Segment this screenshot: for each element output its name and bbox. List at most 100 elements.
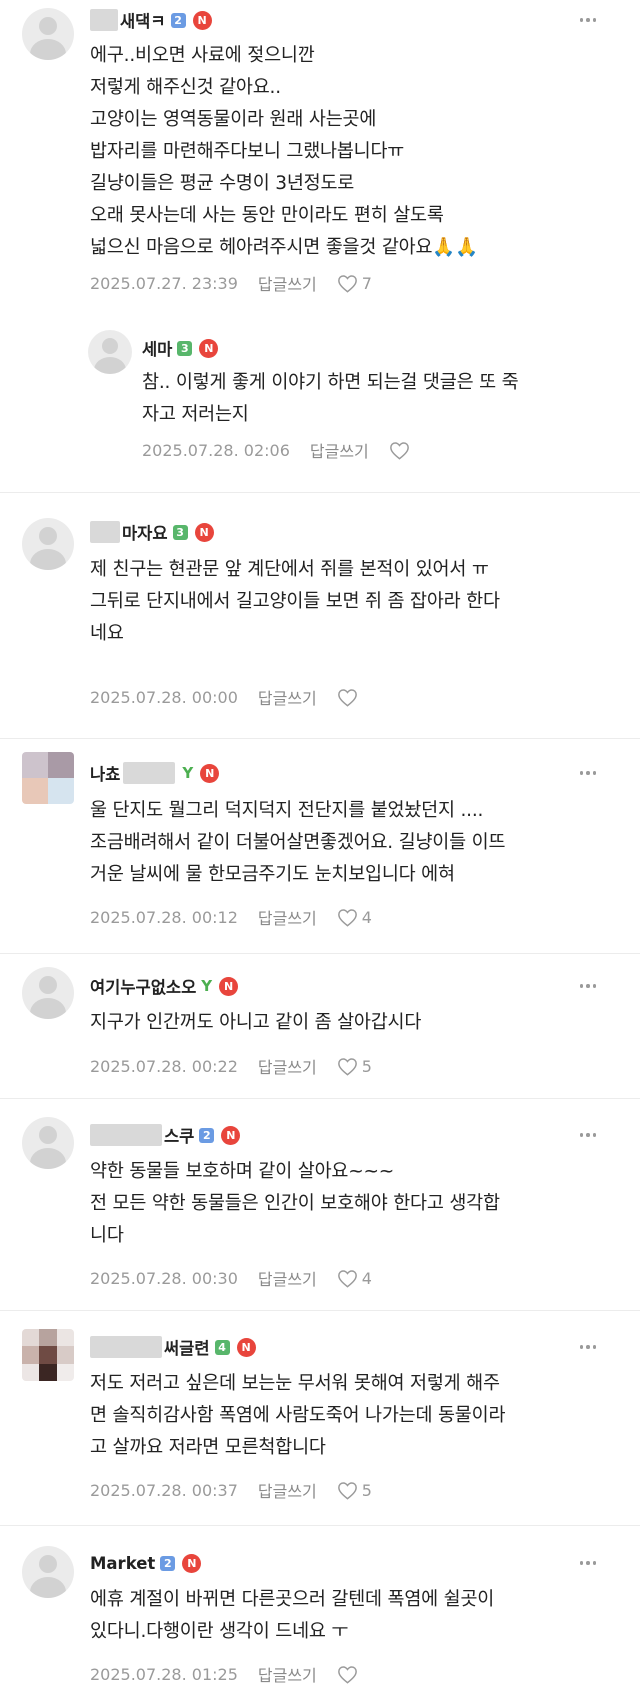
new-badge: N [219,976,239,996]
new-badge: N [194,522,214,542]
more-options-icon[interactable] [578,1334,598,1360]
more-options-icon[interactable] [578,1122,598,1148]
divider [0,1098,640,1099]
heart-icon [337,908,357,927]
comment-meta: 2025.07.27. 23:39 답글쓰기 7 [90,271,372,295]
like-button[interactable]: 5 [337,1057,372,1076]
comment-date: 2025.07.28. 00:22 [90,1056,238,1076]
like-count: 4 [361,907,372,927]
divider [0,953,640,954]
nickname[interactable]: 새댁ㅋ [120,8,166,32]
blurred-nickname [90,1336,162,1358]
comment-text: 에휴 계절이 바뀌면 다른곳으러 갈텐데 폭염에 쉴곳이 있다니.다행이란 생각… [90,1589,495,1642]
nickname[interactable]: 나쵸 [90,761,120,785]
sprout-icon: Y [182,763,194,782]
comment-text: 약한 동물들 보호하며 같이 살아요~~~ 전 모든 약한 동물들은 인간이 보… [90,1161,500,1246]
level-badge: 3 [172,524,188,540]
comment-meta: 2025.07.28. 00:37 답글쓰기 5 [90,1478,372,1502]
like-count: 5 [361,1480,372,1500]
comment-page: { "comments": [ {"nick": "새댁ㅋ", "badge":… [0,0,640,1690]
avatar[interactable] [22,967,74,1019]
like-button[interactable]: 4 [337,1269,372,1288]
like-button[interactable]: 5 [337,1481,372,1500]
divider [0,492,640,493]
avatar[interactable] [22,8,74,60]
divider [0,1525,640,1526]
comment-meta: 2025.07.28. 02:06 답글쓰기 [142,438,414,462]
level-badge: 3 [177,340,193,356]
comment-meta: 2025.07.28. 00:22 답글쓰기 5 [90,1054,372,1078]
like-count: 4 [361,1268,372,1288]
reply-button[interactable]: 답글쓰기 [258,1054,317,1078]
comment-date: 2025.07.28. 00:30 [90,1268,238,1288]
comment-text: 울 단지도 뭘그리 덕지덕지 전단지를 붙었놨던지 .... 조금배려해서 같이… [90,800,506,885]
more-options-icon[interactable] [578,7,598,33]
like-button[interactable] [337,688,362,707]
comment-text: 제 친구는 현관문 앞 계단에서 쥐를 본적이 있어서 ㅠ 그뒤로 단지내에서 … [90,559,500,644]
heart-icon [337,274,357,293]
comment-date: 2025.07.28. 00:00 [90,687,238,707]
new-badge: N [200,763,220,783]
new-badge: N [192,10,212,30]
like-count: 5 [361,1056,372,1076]
reply-button[interactable]: 답글쓰기 [258,271,317,295]
reply-button[interactable]: 답글쓰기 [258,1662,317,1686]
comment-date: 2025.07.28. 00:12 [90,907,238,927]
divider [0,1310,640,1311]
blurred-nickname [90,521,120,543]
comment-date: 2025.07.28. 02:06 [142,440,290,460]
comment-meta: 2025.07.28. 00:30 답글쓰기 4 [90,1266,372,1290]
sprout-icon: Y [201,976,213,995]
reply-button[interactable]: 답글쓰기 [258,1266,317,1290]
reply-button[interactable]: 답글쓰기 [258,905,317,929]
heart-icon [389,441,409,460]
nickname[interactable]: 스쿠 [164,1123,194,1147]
like-count: 7 [361,273,372,293]
reply-button[interactable]: 답글쓰기 [258,685,317,709]
reply-button[interactable]: 답글쓰기 [310,438,369,462]
heart-icon [337,1269,357,1288]
blurred-nickname [123,762,176,784]
new-badge: N [236,1337,256,1357]
comment-meta: 2025.07.28. 01:25 답글쓰기 [90,1662,362,1686]
avatar[interactable] [22,518,74,570]
level-badge: 2 [199,1127,215,1143]
avatar[interactable] [22,1117,74,1169]
avatar[interactable] [22,1329,74,1381]
like-button[interactable] [337,1665,362,1684]
nickname[interactable]: 마자요 [122,520,168,544]
heart-icon [337,688,357,707]
like-button[interactable]: 7 [337,274,372,293]
avatar[interactable] [88,330,132,374]
more-options-icon[interactable] [578,760,598,786]
like-button[interactable] [389,441,414,460]
divider [0,738,640,739]
comment-text: 지구가 인간꺼도 아니고 같이 좀 살아갑시다 [90,1012,422,1033]
comment-date: 2025.07.28. 01:25 [90,1664,238,1684]
level-badge: 2 [170,12,186,28]
comment-text: 참.. 이렇게 좋게 이야기 하면 되는걸 댓글은 또 죽 자고 저러는지 [142,372,519,425]
blurred-nickname [90,1124,162,1146]
nickname[interactable]: Market [90,1554,155,1573]
like-button[interactable]: 4 [337,908,372,927]
new-badge: N [221,1125,241,1145]
new-badge: N [182,1553,202,1573]
level-badge: 4 [214,1339,230,1355]
nickname[interactable]: 세마 [142,336,172,360]
avatar[interactable] [22,1546,74,1598]
comment-meta: 2025.07.28. 00:12 답글쓰기 4 [90,905,372,929]
comment-date: 2025.07.28. 00:37 [90,1480,238,1500]
comment-text: 저도 저러고 싶은데 보는눈 무서워 못해여 저렇게 해주 면 솔직히감사함 폭… [90,1373,506,1458]
nickname[interactable]: 써글련 [164,1335,210,1359]
level-badge: 2 [160,1555,176,1571]
heart-icon [337,1665,357,1684]
more-options-icon[interactable] [578,973,598,999]
heart-icon [337,1481,357,1500]
more-options-icon[interactable] [578,1550,598,1576]
reply-button[interactable]: 답글쓰기 [258,1478,317,1502]
nickname[interactable]: 여기누구없소오 [90,974,196,998]
heart-icon [337,1057,357,1076]
new-badge: N [199,338,219,358]
comment-meta: 2025.07.28. 00:00 답글쓰기 [90,685,362,709]
avatar[interactable] [22,752,74,804]
